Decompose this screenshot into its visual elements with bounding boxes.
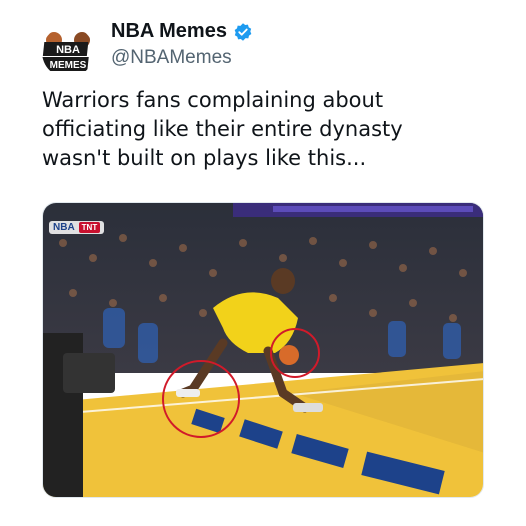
basketball-play-scene [43,203,483,497]
display-name[interactable]: NBA Memes [111,20,227,43]
network-logo: TNT [78,222,101,233]
display-name-row: NBA Memes [111,20,253,43]
broadcast-bug: NBA TNT [49,221,105,234]
broadcast-bug-label: NBA [53,222,75,233]
avatar-text-bottom: MEMES [50,60,87,71]
avatar[interactable]: NBA MEMES [42,26,94,78]
tweet-text: Warriors fans complaining about officiat… [42,88,403,170]
nba-memes-logo-icon: NBA MEMES [42,26,94,78]
handle[interactable]: @NBAMemes [111,47,253,69]
tweet-card[interactable]: NBA MEMES NBA Memes @NBAMemes Warriors f… [0,0,526,526]
tweet-media-image[interactable]: NBA TNT [42,202,484,498]
verified-badge-icon [233,22,253,42]
avatar-text-top: NBA [56,44,80,56]
author-names: NBA Memes @NBAMemes [111,20,253,69]
